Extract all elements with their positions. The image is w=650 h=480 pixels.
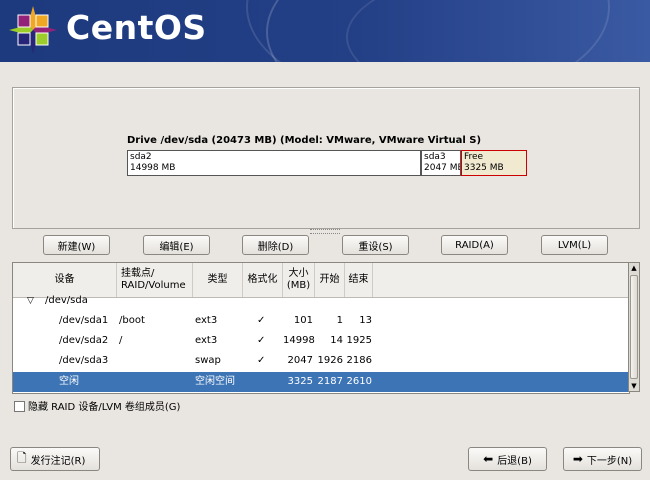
cell-device: 空闲 [59, 376, 79, 387]
raid-button[interactable]: RAID(A) [441, 235, 508, 255]
drive-map-panel: Drive /dev/sda (20473 MB) (Model: VMware… [12, 87, 640, 229]
centos-logo-icon [9, 6, 57, 54]
cell-end: 1925 [346, 335, 372, 346]
next-button[interactable]: ➡ 下一步(N) [563, 447, 642, 471]
release-notes-button[interactable]: 🗋 发行注记(R) [10, 447, 100, 471]
cell-start: 2187 [317, 376, 343, 387]
column-header-mount[interactable]: 挂载点/ RAID/Volume [117, 263, 193, 297]
column-header-format[interactable]: 格式化 [243, 263, 283, 297]
table-header: 设备 挂载点/ RAID/Volume 类型 格式化 大小 (MB) 开始 结束 [13, 263, 629, 298]
reset-button[interactable]: 重设(S) [342, 235, 409, 255]
banner-decoration [346, 0, 650, 62]
table-group-row[interactable]: ▽ /dev/sda [13, 295, 629, 309]
segment-size: 14998 MB [130, 163, 176, 173]
table-row[interactable]: /dev/sda3 swap ✓ 2047 1926 2186 [13, 351, 629, 371]
cell-start: 1 [336, 315, 343, 326]
triangle-down-icon[interactable]: ▽ [27, 295, 34, 309]
cell-type: ext3 [195, 315, 218, 326]
cell-end: 2186 [346, 355, 372, 366]
cell-start: 1926 [317, 355, 343, 366]
cell-size: 101 [293, 315, 313, 326]
table-row-selected[interactable]: 空闲 空闲空间 3325 2187 2610 [13, 372, 629, 392]
partition-segment-free[interactable]: Free 3325 MB [461, 150, 527, 176]
scroll-up-icon[interactable]: ▲ [629, 263, 639, 273]
checkmark-icon: ✓ [257, 355, 266, 366]
partition-table: 设备 挂载点/ RAID/Volume 类型 格式化 大小 (MB) 开始 结束… [12, 262, 630, 394]
partition-segment-sda2[interactable]: sda2 14998 MB [127, 150, 421, 176]
scroll-down-icon[interactable]: ▼ [629, 381, 639, 391]
release-notes-label: 发行注记(R) [30, 455, 86, 467]
table-scrollbar[interactable]: ▲ ▼ [628, 262, 640, 392]
cell-device: /dev/sda2 [59, 335, 109, 346]
header-banner: CentOS [0, 0, 650, 62]
pane-splitter-handle[interactable] [310, 229, 340, 234]
column-header-start[interactable]: 开始 [315, 263, 345, 297]
cell-start: 14 [330, 335, 343, 346]
cell-device: /dev/sda3 [59, 355, 109, 366]
segment-name: Free [464, 152, 484, 162]
cell-mount: / [119, 335, 123, 346]
table-row[interactable]: /dev/sda2 / ext3 ✓ 14998 14 1925 [13, 331, 629, 351]
column-header-type[interactable]: 类型 [193, 263, 243, 297]
table-row[interactable]: /dev/sda1 /boot ext3 ✓ 101 1 13 [13, 311, 629, 331]
cell-type: swap [195, 355, 221, 366]
cell-device: /dev/sda1 [59, 315, 109, 326]
segment-size: 3325 MB [464, 163, 504, 173]
cell-end: 2610 [346, 376, 372, 387]
partition-segment-sda3[interactable]: sda3 2047 MB [421, 150, 461, 176]
column-header-device[interactable]: 设备 [13, 263, 117, 297]
hide-raid-checkbox[interactable] [14, 401, 25, 412]
drive-title: Drive /dev/sda (20473 MB) (Model: VMware… [127, 135, 482, 146]
brand-name: CentOS [66, 8, 207, 47]
cell-end: 13 [359, 315, 372, 326]
column-header-end[interactable]: 结束 [345, 263, 373, 297]
segment-name: sda2 [130, 152, 152, 162]
cell-size: 14998 [283, 335, 315, 346]
arrow-right-icon: ➡ [572, 452, 583, 466]
arrow-left-icon: ⬅ [483, 452, 494, 466]
cell-type: ext3 [195, 335, 218, 346]
edit-button[interactable]: 编辑(E) [143, 235, 210, 255]
cell-type: 空闲空间 [195, 376, 235, 387]
checkmark-icon: ✓ [257, 315, 266, 326]
group-label: /dev/sda [45, 295, 88, 306]
segment-size: 2047 MB [424, 163, 461, 173]
back-button[interactable]: ⬅ 后退(B) [468, 447, 547, 471]
new-button[interactable]: 新建(W) [43, 235, 110, 255]
back-label: 后退(B) [497, 455, 532, 467]
delete-button[interactable]: 删除(D) [242, 235, 309, 255]
checkmark-icon: ✓ [257, 335, 266, 346]
document-icon: 🗋 [17, 450, 27, 465]
hide-raid-label[interactable]: 隐藏 RAID 设备/LVM 卷组成员(G) [28, 398, 180, 413]
next-label: 下一步(N) [586, 455, 633, 467]
cell-size: 2047 [287, 355, 313, 366]
scrollbar-thumb[interactable] [630, 275, 638, 379]
column-header-size[interactable]: 大小 (MB) [283, 263, 315, 297]
segment-name: sda3 [424, 152, 446, 162]
cell-mount: /boot [119, 315, 145, 326]
cell-size: 3325 [287, 376, 313, 387]
lvm-button[interactable]: LVM(L) [541, 235, 608, 255]
